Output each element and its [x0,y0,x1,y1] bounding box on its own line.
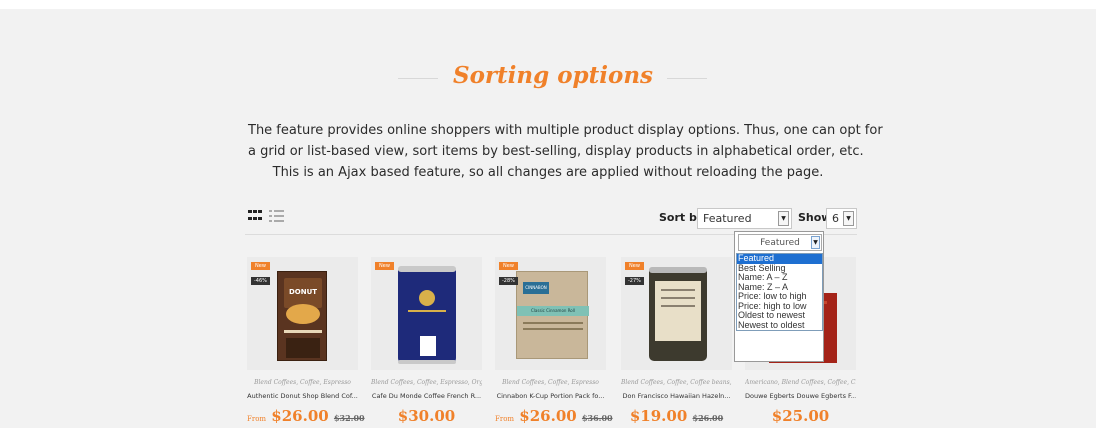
sort-select[interactable]: Featured ▼ [697,208,792,229]
current-price: $26.00 [519,407,577,425]
sort-dropdown-popup: Featured ▼ Featured Best Selling Name: A… [734,231,824,362]
title-decor-line-left [398,78,438,79]
discount-badge: -27% [625,277,644,285]
product-price: $30.00 [371,407,482,425]
sort-options-list: Featured Best Selling Name: A – Z Name: … [736,253,823,331]
sort-option-newest-oldest[interactable]: Newest to oldest [737,320,822,331]
product-categories[interactable]: Blend Coffees, Coffee, Espresso [247,379,358,386]
current-price: $25.00 [771,407,830,425]
product-price: $25.00 [745,407,856,425]
coffee-can-image [398,266,456,364]
sort-dropdown-select[interactable]: Featured ▼ [738,234,822,251]
description-line: The feature provides online shoppers wit… [248,123,883,138]
description-line: This is an Ajax based feature, so all ch… [272,165,824,180]
discount-badge: -28% [499,277,518,285]
current-price: $19.00 [629,407,688,425]
old-price: $32.00 [333,413,365,423]
product-image[interactable] [621,257,732,370]
new-badge: New [499,262,518,270]
sort-dropdown-selected: Featured [760,238,800,248]
section-header: Sorting options [0,62,1096,98]
section-title: Sorting options [452,62,654,89]
new-badge: New [375,262,394,270]
product-categories[interactable]: Americano, Blend Coffees, Coffee, C... [745,379,856,386]
product-price: From $26.00 $36.00 [495,407,613,425]
chevron-down-icon[interactable]: ▼ [778,211,789,226]
product-categories[interactable]: Blend Coffees, Coffee, Coffee beans, ... [621,379,732,386]
product-name[interactable]: Cafe Du Monde Coffee French R... [371,392,482,400]
show-select-value: 6 [832,212,839,225]
top-white-bar [0,0,1096,9]
chevron-down-icon[interactable]: ▼ [811,236,820,249]
old-price: $36.00 [581,413,613,423]
product-price: From $26.00 $32.00 [247,407,365,425]
coffee-box-image: DONUT [277,271,327,361]
price-prefix: From [495,415,515,423]
grid-view-icon[interactable] [248,210,262,222]
current-price: $30.00 [397,407,456,425]
title-decor-line-right [667,78,707,79]
product-name[interactable]: Authentic Donut Shop Blend Cof... [247,392,358,400]
discount-badge: -46% [251,277,270,285]
coffee-can-image [649,267,707,361]
description-line: a grid or list-based view, sort items by… [248,144,864,159]
current-price: $26.00 [271,407,329,425]
chevron-down-icon[interactable]: ▼ [843,211,854,226]
product-categories[interactable]: Blend Coffees, Coffee, Espresso [495,379,606,386]
product-categories[interactable]: Blend Coffees, Coffee, Espresso, Org... [371,379,482,386]
product-price: $19.00 $26.00 [621,407,732,425]
k-cup-box-image: CINNABON Classic Cinnamon Roll [516,271,589,359]
product-image[interactable]: CINNABON Classic Cinnamon Roll [495,257,606,370]
new-badge: New [625,262,644,270]
sort-select-value: Featured [703,212,752,225]
list-view-icon[interactable] [269,210,285,222]
show-select[interactable]: 6 ▼ [826,208,857,229]
old-price: $26.00 [692,413,724,423]
section-description: The feature provides online shoppers wit… [248,120,883,183]
product-name[interactable]: Douwe Egberts Douwe Egberts F... [745,392,856,400]
price-prefix: From [247,415,267,423]
product-name[interactable]: Cinnabon K-Cup Portion Pack fo... [495,392,606,400]
product-name[interactable]: Don Francisco Hawaiian Hazeln... [621,392,732,400]
product-image[interactable] [371,257,482,370]
new-badge: New [251,262,270,270]
product-image[interactable]: DONUT [247,257,358,370]
